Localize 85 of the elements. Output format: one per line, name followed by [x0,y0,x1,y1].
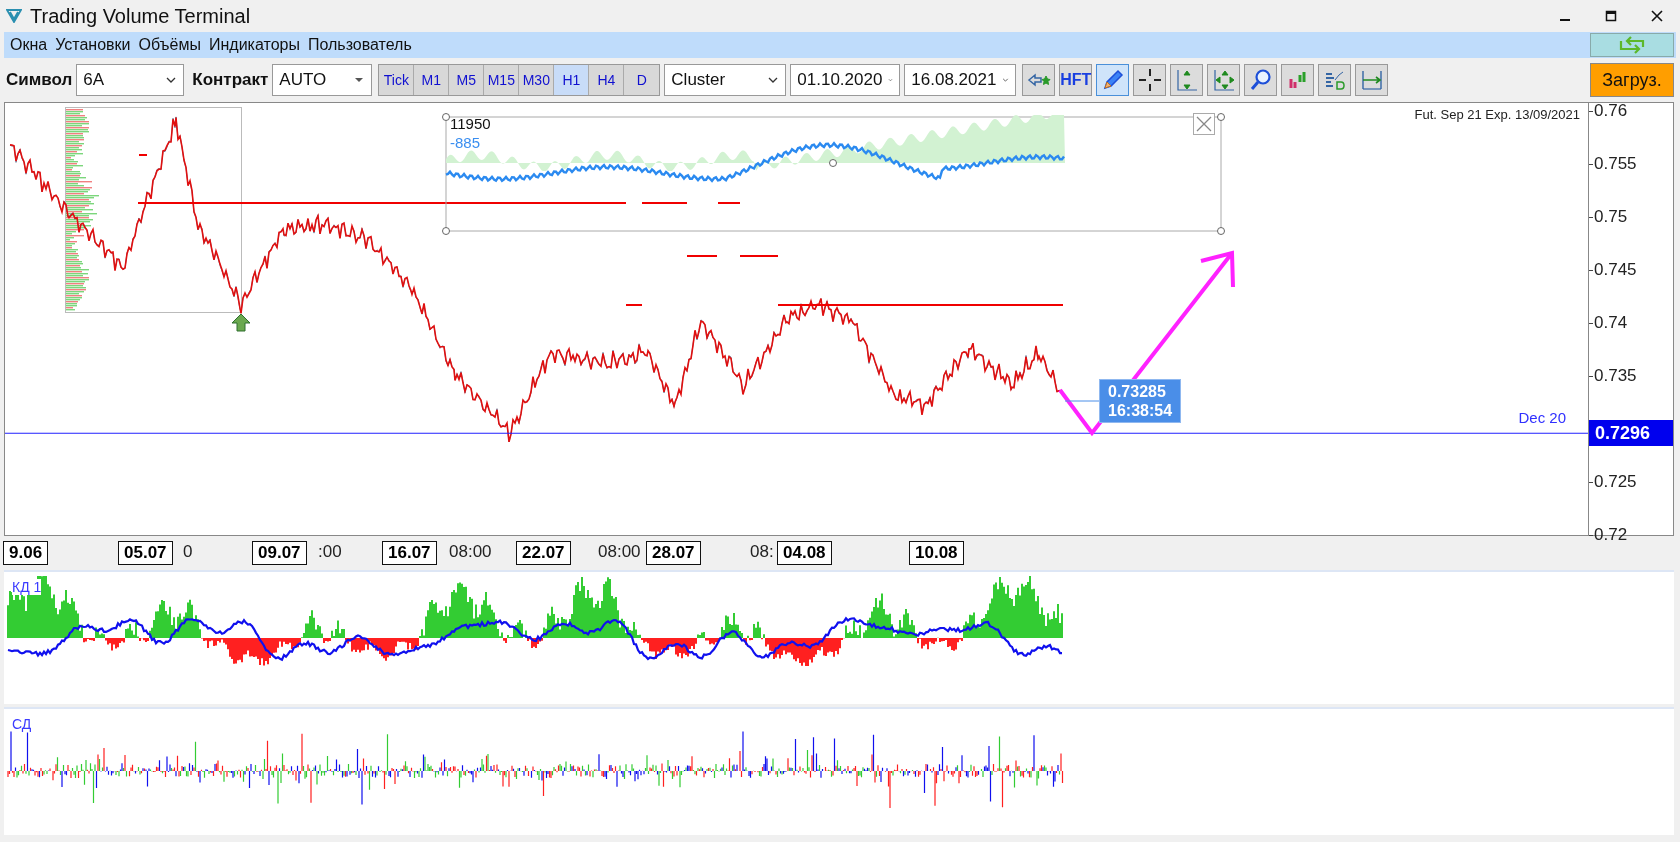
window-title: Trading Volume Terminal [30,4,251,28]
minimize-icon [1559,19,1571,21]
level-line [686,255,718,257]
volume-value: 11950 [450,115,491,132]
bars-button[interactable] [1281,64,1315,96]
fit-vertical-button[interactable] [1170,64,1204,96]
time-label: 08:00 [449,541,492,563]
timeframe-button[interactable]: M15 [484,65,520,95]
chart-type-dropdown[interactable]: Cluster [664,64,787,96]
level-line [641,202,688,204]
axis-label: 0.735 [1594,366,1637,386]
fit-all-icon [1211,68,1236,92]
time-label: 08:00 [598,541,641,563]
price-tag: 0.73285 16:38:54 [1099,379,1182,423]
time-label: 04.08 [777,541,832,565]
symbol-dropdown[interactable]: 6A [76,64,185,96]
pencil-button[interactable] [1096,64,1130,96]
menu-item[interactable]: Индикаторы [205,36,304,54]
profile-button[interactable] [1318,64,1352,96]
fit-all-button[interactable] [1207,64,1241,96]
caret-icon [888,76,894,84]
time-label: 28.07 [646,541,701,565]
field-label: Контракт [192,70,269,90]
axis-label: 0.75 [1594,207,1628,227]
crosshair-button[interactable] [1133,64,1167,96]
menu-item[interactable]: Пользователь [303,36,416,54]
axis-label: 0.725 [1594,472,1637,492]
panel-title: КД 1 [12,579,42,595]
timeframe-button[interactable]: M5 [449,65,485,95]
caret-icon [353,76,366,84]
time-label: 05.07 [118,541,173,565]
level-line [625,304,643,306]
time-label: 16.07 [382,541,437,565]
sync-arrows-icon [1617,35,1647,55]
timeframe-button[interactable]: M1 [414,65,450,95]
level-line [138,154,148,156]
timeframe-button[interactable]: Tick [379,65,415,95]
time-label: :00 [318,541,342,563]
contract-info: Fut. Sep 21 Exp. 13/09/2021 [1414,107,1580,122]
level-line [739,255,779,257]
fit-vertical-icon [1174,68,1199,92]
up-arrow-icon [231,313,251,332]
timeframe-button[interactable]: M30 [519,65,555,95]
timeframe-button[interactable]: H4 [589,65,625,95]
menu-item[interactable]: Окна [6,36,52,54]
caret-icon [767,76,780,84]
axis-label: 0.76 [1594,101,1628,121]
axis-label: 0.74 [1594,313,1628,333]
maximize-icon [1605,10,1617,22]
time-label: 08: [750,541,774,563]
field-label: Символ [6,70,73,90]
load-button[interactable]: Загруз. [1590,63,1674,97]
time-label: 09.07 [252,541,307,565]
level-line [717,202,741,204]
range-icon [1359,68,1384,92]
current-price-label: 0.7296 [1589,420,1673,447]
timeframe-button[interactable]: D [624,65,660,95]
axis-label: 0.755 [1594,154,1637,174]
delta-value: -885 [450,134,481,151]
logo-icon [6,9,22,23]
time-label: 22.07 [516,541,571,565]
menu-item[interactable]: Установки [51,36,135,54]
search-icon [1248,68,1273,92]
toolbar-button[interactable]: HFT [1059,64,1093,96]
time-label: 10.08 [909,541,964,565]
search-button[interactable] [1244,64,1278,96]
crosshair-icon [1137,68,1162,92]
caret-icon [165,76,178,84]
level-label: Dec 20 [1518,409,1566,427]
close-button[interactable] [1193,113,1215,135]
date-to-dropdown[interactable]: 16.08.2021 [904,64,1017,96]
axis-label: 0.745 [1594,260,1637,280]
close-icon [1651,10,1663,22]
time-label: 0 [183,541,193,563]
axis-label: 0.72 [1594,525,1628,545]
contract-dropdown[interactable]: AUTO [272,64,373,96]
date-from-dropdown[interactable]: 01.10.2020 [790,64,901,96]
menu-item[interactable]: Объёмы [134,36,205,54]
time-label: 9.06 [3,541,49,565]
timeframe-button[interactable]: H1 [554,65,590,95]
range-button[interactable] [1355,64,1389,96]
panel-title: СД [12,716,32,732]
caret-icon [1002,76,1010,84]
arrow-star-button[interactable] [1022,64,1056,96]
leader-line [1064,400,1100,402]
